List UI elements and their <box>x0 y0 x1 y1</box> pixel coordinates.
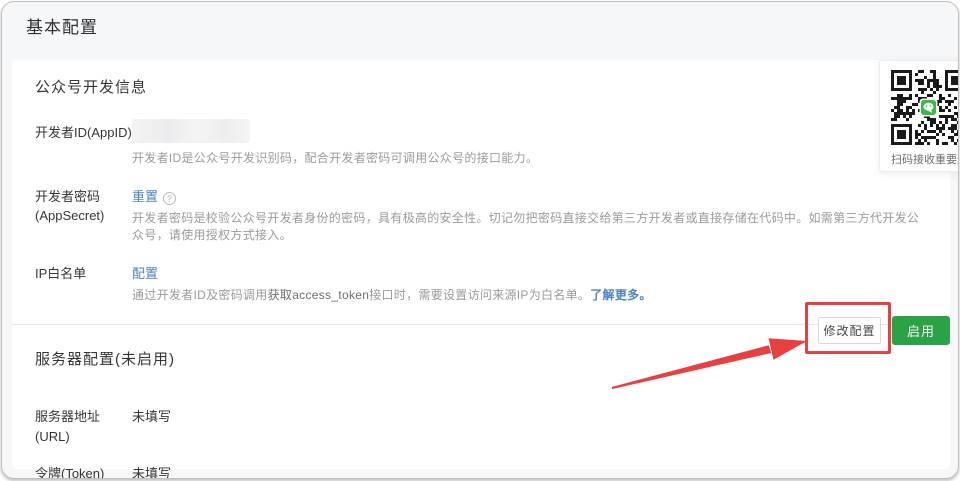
server-url-row: 服务器地址(URL) 未填写 <box>35 407 926 447</box>
appid-row: 开发者ID(AppID) 开发者ID是公众号开发识别码，配合开发者密码可调用公众… <box>35 123 926 167</box>
qr-caption: 扫码接收重要通知 <box>891 151 959 167</box>
appsecret-row: 开发者密码 (AppSecret) 重置? 开发者密码是校验公众号开发者身份的密… <box>35 187 926 244</box>
section-title-server-config: 服务器配置(未启用) <box>35 348 926 369</box>
appid-label: 开发者ID(AppID) <box>35 123 132 167</box>
basic-config-window: 基本配置 公众号开发信息 开发者ID(AppID) 开发者ID是公众号开发识别码… <box>1 1 959 479</box>
section-divider <box>12 324 950 325</box>
server-url-label: 服务器地址(URL) <box>35 407 132 447</box>
configure-ip-whitelist-link[interactable]: 配置 <box>132 266 158 281</box>
ip-whitelist-description: 通过开发者ID及密码调用获取access_token接口时，需要设置访问来源IP… <box>132 287 926 304</box>
token-row: 令牌(Token) 未填写 <box>35 464 926 479</box>
section-title-dev-info: 公众号开发信息 <box>35 76 926 97</box>
modify-config-button[interactable]: 修改配置 <box>818 317 881 344</box>
appid-redacted-value <box>132 119 250 143</box>
appsecret-label-line2: (AppSecret) <box>35 208 104 223</box>
reset-appsecret-link[interactable]: 重置 <box>132 189 158 204</box>
appsecret-label: 开发者密码 (AppSecret) <box>35 187 132 244</box>
ip-whitelist-row: IP白名单 配置 通过开发者ID及密码调用获取access_token接口时，需… <box>35 264 926 304</box>
learn-more-link[interactable]: 了解更多。 <box>590 288 652 302</box>
token-value: 未填写 <box>132 464 171 479</box>
appid-description: 开发者ID是公众号开发识别码，配合开发者密码可调用公众号的接口能力。 <box>132 150 926 167</box>
ip-desc-part1: 通过开发者ID及密码调用 <box>132 288 268 302</box>
appsecret-help-icon[interactable]: ? <box>163 192 176 205</box>
server-url-value: 未填写 <box>132 407 171 447</box>
enable-button[interactable]: 启用 <box>892 316 950 345</box>
ip-desc-part2: 接口时，需要设置访问来源IP为白名单。 <box>369 288 590 302</box>
appsecret-description: 开发者密码是校验公众号开发者身份的密码，具有极高的安全性。切记勿把密码直接交给第… <box>132 210 926 244</box>
appsecret-label-line1: 开发者密码 <box>35 189 100 204</box>
page-title: 基本配置 <box>26 13 98 38</box>
main-card: 公众号开发信息 开发者ID(AppID) 开发者ID是公众号开发识别码，配合开发… <box>12 60 950 469</box>
qr-notification-card: 扫码接收重要通知 <box>879 60 959 172</box>
qr-code <box>891 70 959 145</box>
token-label: 令牌(Token) <box>35 464 132 479</box>
access-token-link[interactable]: 获取access_token <box>268 288 370 302</box>
ip-whitelist-label: IP白名单 <box>35 264 132 304</box>
